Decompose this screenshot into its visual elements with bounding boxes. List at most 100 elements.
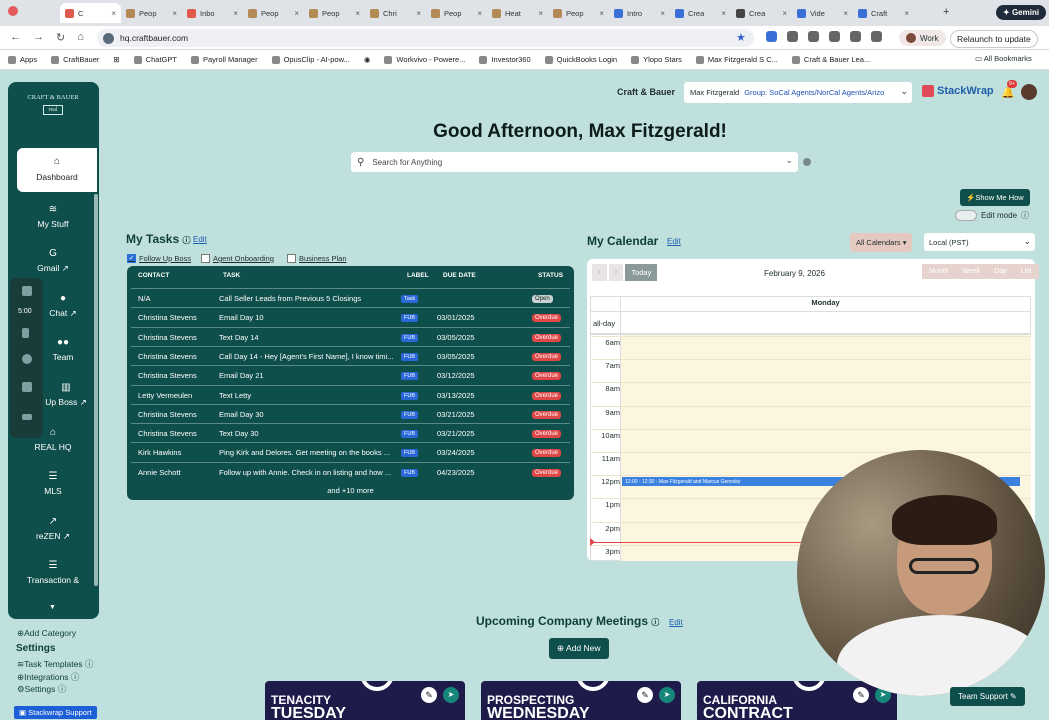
checkbox[interactable] xyxy=(287,254,296,263)
bookmark-item[interactable]: Max Fitzgerald S C... xyxy=(695,55,778,64)
settings-link-integrations[interactable]: ⊕Integrations ⓘ xyxy=(17,671,79,683)
bookmark-item[interactable]: Workvivo - Powere... xyxy=(384,55,465,64)
bookmark-item[interactable]: Investor360 xyxy=(479,55,531,64)
add-new-button[interactable]: ⊕ Add New xyxy=(549,638,609,659)
pencil-icon[interactable]: ✎ xyxy=(421,687,437,703)
bookmark-item[interactable]: Craft & Bauer Lea... xyxy=(791,55,870,64)
bookmark-item[interactable]: Ylopo Stars xyxy=(631,55,682,64)
bookmark-item[interactable]: OpusClip - AI-pow... xyxy=(271,55,350,64)
trash-icon[interactable] xyxy=(22,382,32,392)
sidebar-item-rezen[interactable]: ↗ reZEN ↗ xyxy=(8,516,98,542)
team-support-button[interactable]: Team Support ✎ xyxy=(950,687,1025,706)
back-icon[interactable]: ← xyxy=(10,31,21,44)
filter-agent-onboarding[interactable]: Agent Onboarding xyxy=(201,254,274,263)
sidebar-item-mls[interactable]: ☰ MLS xyxy=(8,471,98,496)
bookmark-item[interactable]: Payroll Manager xyxy=(190,55,258,64)
browser-tab[interactable]: Peop × xyxy=(121,3,182,23)
close-icon[interactable]: × xyxy=(477,9,482,18)
browser-tab[interactable]: Peop × xyxy=(304,3,365,23)
show-me-how-button[interactable]: ⚡Show Me How xyxy=(960,189,1030,206)
gemini-button[interactable]: ✦ Gemini xyxy=(996,5,1047,20)
table-row[interactable]: N/A Call Seller Leads from Previous 5 Clo… xyxy=(131,288,570,306)
relaunch-button[interactable]: Relaunch to update xyxy=(950,30,1038,48)
add-category-button[interactable]: ⊕Add Category xyxy=(17,628,76,639)
toggle-switch[interactable] xyxy=(955,210,977,221)
home-icon[interactable]: ⌂ xyxy=(77,31,84,44)
filter-follow-up-boss[interactable]: ✓ Follow Up Boss xyxy=(127,254,191,263)
chevron-down-icon[interactable]: ▼ xyxy=(49,604,56,611)
send-icon[interactable]: ➤ xyxy=(443,687,459,703)
settings-link-task-templates[interactable]: ≋Task Templates ⓘ xyxy=(17,658,93,670)
collapse-icon[interactable] xyxy=(22,414,32,420)
globe-icon[interactable]: ◉ xyxy=(364,55,371,64)
sidebar-item-my-stuff[interactable]: ≋ My Stuff xyxy=(8,204,98,229)
close-icon[interactable]: × xyxy=(172,9,177,18)
chevron-down-icon[interactable]: ⌄ xyxy=(785,155,793,166)
browser-tab[interactable]: Peop × xyxy=(426,3,487,23)
settings-link-settings[interactable]: ⚙Settings ⓘ xyxy=(17,683,66,695)
all-bookmarks[interactable]: ▭ All Bookmarks xyxy=(975,54,1032,63)
close-icon[interactable]: × xyxy=(904,9,909,18)
browser-tab[interactable]: Peop × xyxy=(548,3,609,23)
sidebar-item-transaction[interactable]: ☰ Transaction & xyxy=(8,560,98,585)
timezone-select[interactable]: Local (PST) ⌄ xyxy=(924,233,1035,251)
browser-tab[interactable]: Chri × xyxy=(365,3,426,23)
close-icon[interactable]: × xyxy=(843,9,848,18)
checkbox[interactable] xyxy=(201,254,210,263)
prev-icon[interactable]: ‹ xyxy=(592,264,607,281)
view-week-button[interactable]: Week xyxy=(955,264,988,279)
sidebar-scrollbar[interactable] xyxy=(94,194,98,586)
sidebar-item-gmail[interactable]: G Gmail ↗ xyxy=(8,248,98,274)
puzzle-icon[interactable] xyxy=(829,31,840,42)
view-month-button[interactable]: Month xyxy=(922,264,956,279)
calendar-edit-link[interactable]: Edit xyxy=(667,237,681,246)
view-day-button[interactable]: Day xyxy=(987,264,1014,279)
restart-icon[interactable] xyxy=(22,354,32,364)
close-icon[interactable]: × xyxy=(721,9,726,18)
table-row[interactable]: Annie Schott Follow up with Annie. Check … xyxy=(131,461,570,480)
bookmark-item[interactable]: CraftBauer xyxy=(51,55,99,64)
reload-icon[interactable]: ↻ xyxy=(56,31,65,44)
browser-tab[interactable]: Heat × xyxy=(487,3,548,23)
window-controls[interactable] xyxy=(8,6,18,16)
stop-icon[interactable] xyxy=(22,286,32,296)
close-icon[interactable]: × xyxy=(538,9,543,18)
sidepanel-icon[interactable] xyxy=(850,31,861,42)
tasks-edit-link[interactable]: Edit xyxy=(193,235,207,244)
all-calendars-dropdown[interactable]: All Calendars ▾ xyxy=(850,233,913,252)
browser-tab[interactable]: Intro × xyxy=(609,3,670,23)
sidebar-item-dashboard[interactable]: ⌂ Dashboard xyxy=(17,148,97,192)
table-row[interactable]: Christina Stevens Text Day 14 FUB 03/05/202… xyxy=(131,326,570,345)
record-icon[interactable] xyxy=(8,6,18,16)
bookmark-apps[interactable]: Apps xyxy=(8,55,37,64)
close-icon[interactable]: × xyxy=(294,9,299,18)
avatar[interactable] xyxy=(1021,84,1037,100)
table-row[interactable]: Christina Stevens Call Day 14 - Hey [Agen… xyxy=(131,345,570,364)
edit-mode-toggle[interactable]: Edit mode ⓘ xyxy=(955,210,1029,221)
user-group-dropdown[interactable]: Max Fitzgerald Group: SoCal Agents/NorCal… xyxy=(684,82,912,103)
browser-tab[interactable]: Peop × xyxy=(243,3,304,23)
close-icon[interactable]: × xyxy=(355,9,360,18)
extension-icon[interactable] xyxy=(766,31,777,42)
table-row[interactable]: Christina Stevens Text Day 30 FUB 03/21/202… xyxy=(131,423,570,441)
browser-tab[interactable]: C × xyxy=(60,3,121,23)
bookmark-item[interactable]: QuickBooks Login xyxy=(544,55,617,64)
bookmark-star-icon[interactable]: ★ xyxy=(736,31,746,44)
browser-tab[interactable]: Inbo × xyxy=(182,3,243,23)
close-icon[interactable]: × xyxy=(233,9,238,18)
search-input[interactable]: ⚲ Search for Anything ⌄ xyxy=(351,152,798,172)
extension-icon[interactable] xyxy=(787,31,798,42)
close-icon[interactable]: × xyxy=(782,9,787,18)
info-icon[interactable] xyxy=(803,158,811,166)
url-field[interactable]: hq.craftbauer.com xyxy=(97,29,754,47)
next-icon[interactable]: › xyxy=(608,264,624,281)
new-tab-button[interactable]: + xyxy=(943,6,949,18)
close-icon[interactable]: × xyxy=(111,9,116,18)
meeting-card[interactable]: PROSPECTING WEDNESDAY ✎ ➤ xyxy=(481,681,681,720)
more-tasks-link[interactable]: and +10 more xyxy=(127,486,574,495)
download-icon[interactable] xyxy=(871,31,882,42)
table-row[interactable]: Christina Stevens Email Day 21 FUB 03/12/20… xyxy=(131,365,570,383)
browser-tab[interactable]: Craft × xyxy=(853,3,914,23)
filter-business-plan[interactable]: Business Plan xyxy=(287,254,347,263)
browser-tab[interactable]: Crea × xyxy=(670,3,731,23)
